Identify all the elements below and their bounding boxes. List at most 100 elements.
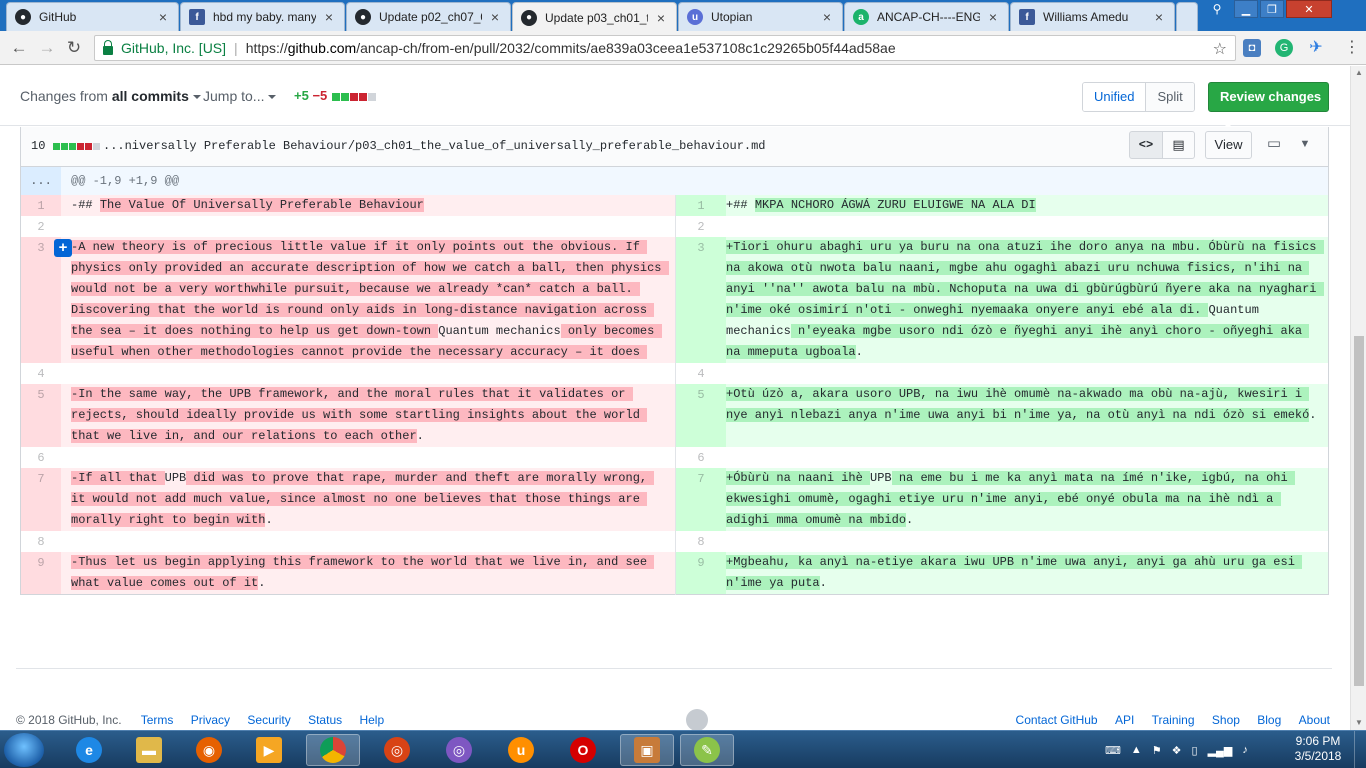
taskbar-uc[interactable]: u [494, 734, 548, 766]
rich-diff-icon[interactable]: ▤ [1163, 131, 1195, 159]
browser-tab[interactable]: a ANCAP-CH----ENG × [844, 2, 1009, 31]
file-path[interactable]: ...niversally Preferable Behaviour/p03_c… [103, 139, 766, 153]
line-number[interactable]: 7 [676, 468, 726, 531]
footer-link-api[interactable]: API [1115, 713, 1134, 727]
browser-menu-icon[interactable]: ⋮ [1344, 38, 1360, 58]
expand-hunk-button[interactable]: ... [21, 167, 61, 195]
tab-close-icon[interactable]: × [156, 9, 170, 25]
line-number[interactable]: 3 [676, 237, 726, 363]
footer-link-blog[interactable]: Blog [1257, 713, 1281, 727]
scroll-down-icon[interactable]: ▼ [1351, 716, 1366, 730]
unified-button[interactable]: Unified [1083, 83, 1147, 111]
browser-tab[interactable]: ● Update p02_ch07_0 × [346, 2, 511, 31]
footer-link-training[interactable]: Training [1152, 713, 1195, 727]
footer-link-security[interactable]: Security [247, 713, 290, 727]
show-hidden-icons[interactable]: ▲ [1131, 744, 1142, 756]
context-line[interactable]: 6 [676, 447, 1328, 468]
user-profile-icon[interactable]: ⚲ [1206, 2, 1228, 18]
scroll-up-icon[interactable]: ▲ [1351, 66, 1366, 80]
line-number[interactable]: 6 [676, 447, 726, 468]
start-button[interactable] [4, 733, 44, 767]
page-scrollbar[interactable]: ▲ ▼ [1350, 66, 1366, 730]
grammarly-icon[interactable]: G [1275, 39, 1293, 57]
add-comment-icon[interactable]: + [54, 239, 72, 257]
jump-to-dropdown[interactable]: Jump to... [203, 88, 277, 104]
line-number[interactable]: 4 [21, 363, 61, 384]
display-icon[interactable]: ▭ [1261, 131, 1287, 159]
footer-link-contact[interactable]: Contact GitHub [1016, 713, 1098, 727]
line-number[interactable]: 5 [676, 384, 726, 447]
forward-arrow-icon[interactable]: → [36, 37, 58, 59]
taskbar-media[interactable]: ▶ [242, 734, 296, 766]
reload-icon[interactable]: ↻ [63, 37, 85, 59]
taskbar-app[interactable]: ◎ [370, 734, 424, 766]
line-number[interactable]: 1 [21, 195, 61, 216]
keyboard-icon[interactable]: ⌨ [1105, 744, 1121, 757]
bookmark-star-icon[interactable]: ☆ [1213, 39, 1227, 59]
changes-from-dropdown[interactable]: Changes from all commits [20, 88, 201, 104]
line-number[interactable]: 1 [676, 195, 726, 216]
browser-tab-active[interactable]: ● Update p03_ch01_th × [512, 2, 677, 32]
new-tab-button[interactable] [1176, 2, 1198, 31]
split-button[interactable]: Split [1146, 83, 1194, 111]
line-number[interactable]: 2 [676, 216, 726, 237]
added-line[interactable]: 7 +Óbùrù na naani ihè UPB na eme bu i me… [676, 468, 1328, 531]
browser-tab[interactable]: ● GitHub × [6, 2, 179, 31]
line-number[interactable]: 8 [676, 531, 726, 552]
deleted-line[interactable]: 5 -In the same way, the UPB framework, a… [21, 384, 675, 447]
show-desktop-button[interactable] [1354, 731, 1366, 768]
taskbar-app[interactable]: ▣ [620, 734, 674, 766]
line-number[interactable]: 4 [676, 363, 726, 384]
footer-link-about[interactable]: About [1299, 713, 1330, 727]
context-line[interactable]: 2 [21, 216, 675, 237]
line-number[interactable]: 7 [21, 468, 61, 531]
browser-tab[interactable]: f hbd my baby. many × [180, 2, 345, 31]
dropbox-icon[interactable]: ❖ [1172, 744, 1182, 757]
tab-close-icon[interactable]: × [322, 9, 336, 25]
browser-tab[interactable]: u Utopian × [678, 2, 843, 31]
context-line[interactable]: 4 [676, 363, 1328, 384]
context-line[interactable]: 6 [21, 447, 675, 468]
review-changes-button[interactable]: Review changes [1208, 82, 1329, 128]
taskbar-ie[interactable]: e [62, 734, 116, 766]
minimize-window-button[interactable]: ▁ [1234, 0, 1258, 18]
footer-link-help[interactable]: Help [359, 713, 384, 727]
line-number[interactable]: 5 [21, 384, 61, 447]
browser-tab[interactable]: f Williams Amedu × [1010, 2, 1175, 31]
line-number[interactable]: 6 [21, 447, 61, 468]
added-line[interactable]: 9 +Mgbeahu, ka anyì na-etiye akara iwu U… [676, 552, 1328, 594]
taskbar-chrome[interactable] [306, 734, 360, 766]
footer-link-terms[interactable]: Terms [141, 713, 174, 727]
line-number[interactable]: 2 [21, 216, 61, 237]
context-line[interactable]: 4 [21, 363, 675, 384]
line-number[interactable]: 9 [21, 552, 61, 594]
taskbar-paint[interactable]: ✎ [680, 734, 734, 766]
added-line[interactable]: 3 +Tiori ohuru abaghi uru ya buru na ona… [676, 237, 1328, 363]
chevron-down-icon[interactable]: ▼ [1293, 131, 1317, 159]
tab-close-icon[interactable]: × [488, 9, 502, 25]
footer-link-status[interactable]: Status [308, 713, 342, 727]
deleted-line[interactable]: 3 + -A new theory is of precious little … [21, 237, 675, 380]
flag-icon[interactable]: ⚑ [1152, 744, 1162, 757]
line-number[interactable]: 8 [21, 531, 61, 552]
back-arrow-icon[interactable]: ← [8, 37, 30, 59]
added-line[interactable]: 1 +## MKPA NCHORO ÁGWÁ ZURU ELUIGWE NA A… [676, 195, 1328, 216]
deleted-line[interactable]: 7 -If all that UPB did was to prove that… [21, 468, 675, 531]
system-clock[interactable]: 9:06 PM 3/5/2018 [1288, 734, 1348, 764]
added-line[interactable]: 5 +Otù úzò a, akara usoro UPB, na iwu ih… [676, 384, 1328, 447]
extension-icon[interactable]: ◘ [1243, 39, 1261, 57]
taskbar-firefox[interactable]: ◉ [182, 734, 236, 766]
line-number[interactable]: 9 [676, 552, 726, 594]
volume-icon[interactable]: ♪ [1242, 744, 1248, 756]
address-bar[interactable]: GitHub, Inc. [US] | https://github.com/a… [94, 35, 1236, 61]
footer-link-shop[interactable]: Shop [1212, 713, 1240, 727]
scrollbar-thumb[interactable] [1354, 336, 1364, 686]
deleted-line[interactable]: 1 -## The Value Of Universally Preferabl… [21, 195, 675, 216]
tab-close-icon[interactable]: × [654, 10, 668, 26]
taskbar-app[interactable]: ◎ [432, 734, 486, 766]
footer-link-privacy[interactable]: Privacy [191, 713, 230, 727]
airplane-extension-icon[interactable]: ✈ [1307, 39, 1325, 57]
tab-close-icon[interactable]: × [820, 9, 834, 25]
device-icon[interactable]: ▯ [1192, 744, 1198, 757]
context-line[interactable]: 2 [676, 216, 1328, 237]
